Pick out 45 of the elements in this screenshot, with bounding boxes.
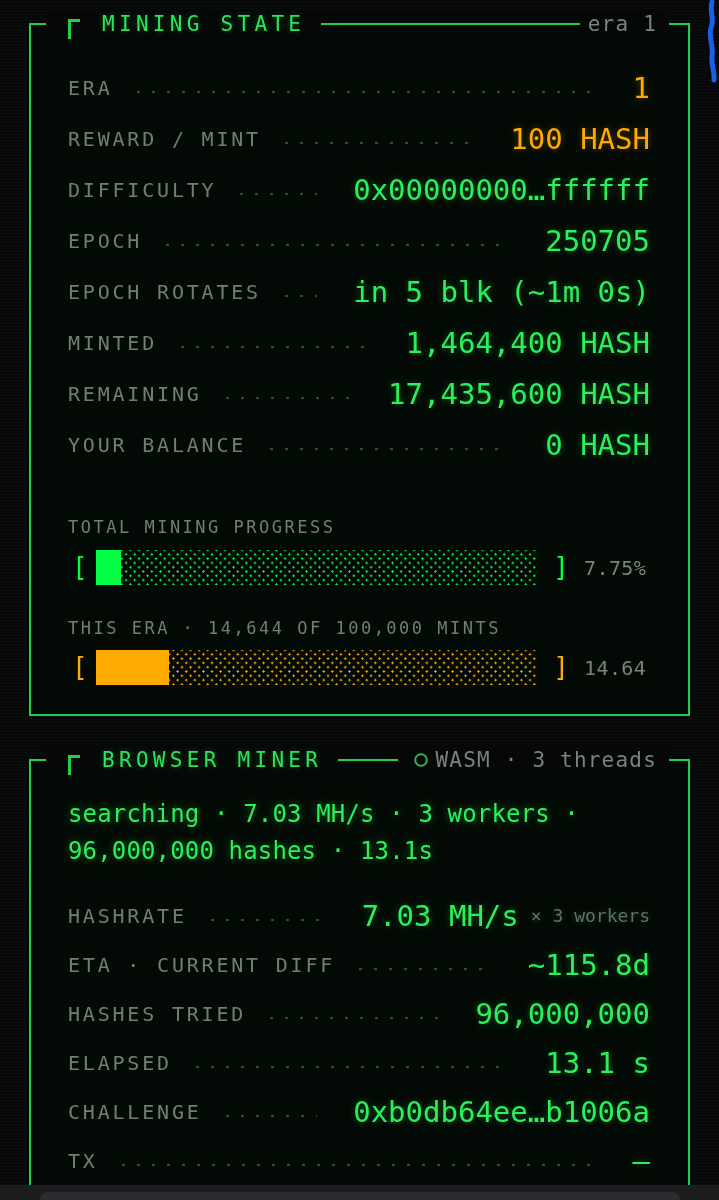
stat-label: ERA bbox=[68, 75, 113, 100]
stat-note: × 3 workers bbox=[530, 903, 650, 928]
stat-label: EPOCH bbox=[68, 228, 143, 253]
bar-bracket: ] bbox=[553, 651, 569, 684]
panel-title: BROWSER MINER bbox=[102, 747, 323, 774]
progress-reading: 7.75% bbox=[584, 554, 648, 581]
bar-bracket: [ bbox=[72, 651, 88, 684]
panel-title: MINING STATE bbox=[102, 11, 306, 38]
corner-mark-icon bbox=[68, 755, 80, 775]
stat-value: 0 HASH bbox=[545, 427, 650, 462]
progress-reading: 14.64 bbox=[584, 654, 648, 681]
corner-mark-icon bbox=[68, 19, 80, 39]
stat-label: DIFFICULTY bbox=[68, 177, 217, 202]
stat-value: 7.03 MH/s bbox=[361, 898, 519, 933]
stat-value: — bbox=[632, 1143, 650, 1178]
stat-label: HASHRATE bbox=[68, 903, 187, 928]
stat-value: 1,464,400 HASH bbox=[405, 325, 650, 360]
panel-subtitle: era 1 bbox=[587, 11, 657, 38]
stat-value: 17,435,600 HASH bbox=[388, 376, 650, 411]
stat-label: REWARD / MINT bbox=[68, 126, 261, 151]
stat-label: CHALLENGE bbox=[68, 1099, 202, 1124]
stat-value: ~115.8d bbox=[527, 947, 650, 982]
stat-label: TX bbox=[68, 1148, 98, 1173]
stat-value: 250705 bbox=[545, 223, 650, 258]
stat-value: in 5 blk (~1m 0s) bbox=[353, 274, 650, 309]
stat-label: HASHES TRIED bbox=[68, 1001, 247, 1026]
stat-label: EPOCH ROTATES bbox=[68, 279, 261, 304]
bar-bracket: [ bbox=[72, 551, 88, 584]
stat-value: 0xb0db64ee…b1006a bbox=[353, 1094, 650, 1129]
stat-label: YOUR BALANCE bbox=[68, 432, 247, 457]
stat-value: 100 HASH bbox=[510, 121, 650, 156]
stat-value: 1 bbox=[632, 70, 650, 105]
panel-subtitle: WASM · 3 threads bbox=[435, 747, 657, 774]
stat-value: 96,000,000 bbox=[475, 996, 650, 1031]
stat-value: 13.1 s bbox=[545, 1045, 650, 1080]
status-ring-icon bbox=[413, 753, 428, 767]
stat-label: MINTED bbox=[68, 330, 158, 355]
progress-label: TOTAL MINING PROGRESS bbox=[68, 517, 336, 537]
progress-label: THIS ERA · 14,644 OF 100,000 MINTS bbox=[68, 618, 501, 638]
status-text: searching · 7.03 MH/s · 3 workers · 96,000,000 hashes · 13.1s bbox=[68, 799, 580, 867]
stat-label: ETA · CURRENT DIFF bbox=[68, 952, 336, 977]
stat-value: 0x00000000…ffffff bbox=[353, 172, 650, 207]
bar-bracket: ] bbox=[553, 551, 569, 584]
stat-label: REMAINING bbox=[68, 381, 202, 406]
stat-label: ELAPSED bbox=[68, 1050, 172, 1075]
